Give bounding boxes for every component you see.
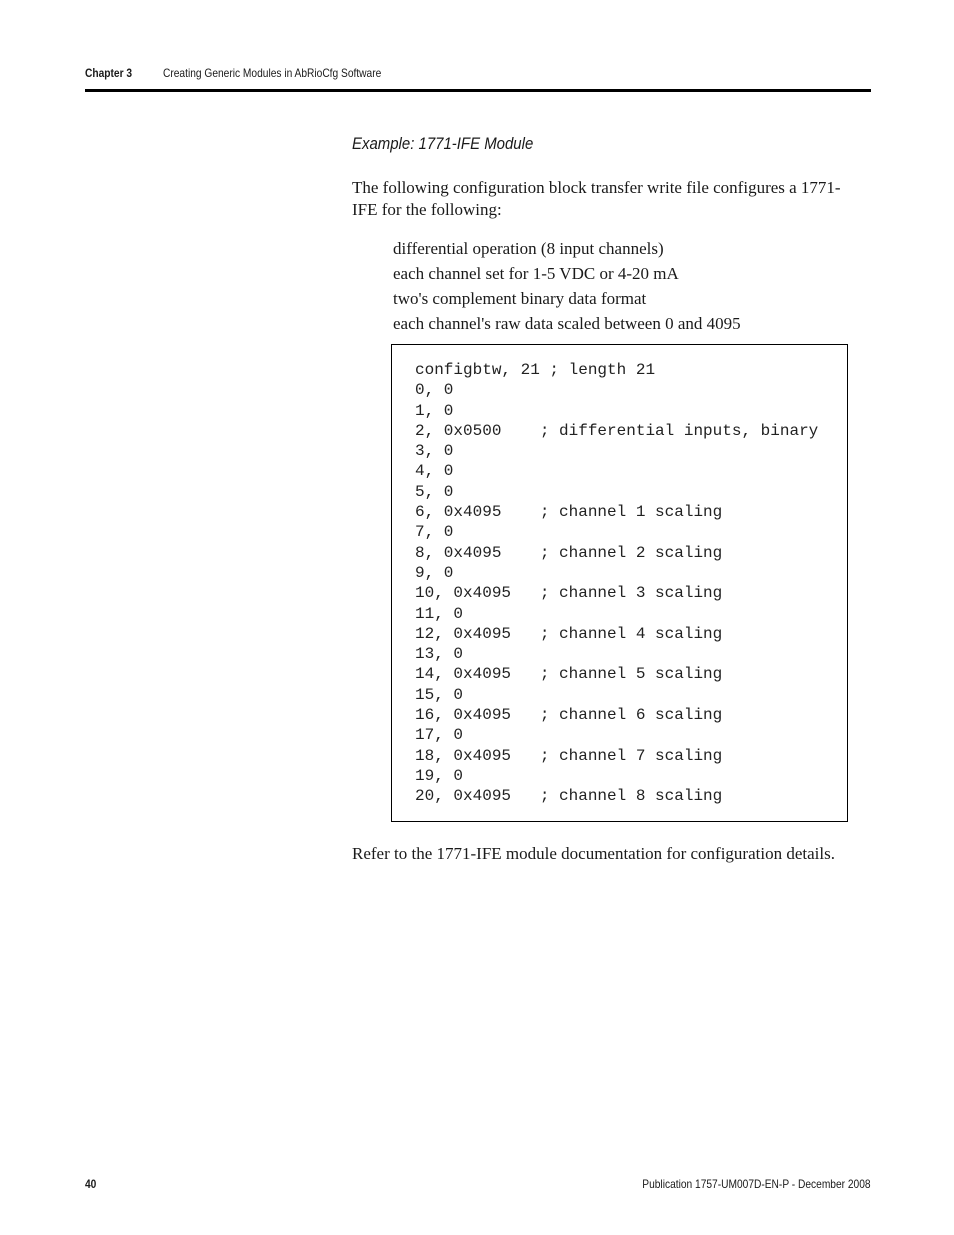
code-line: 18, 0x4095 ; channel 7 scaling: [415, 746, 723, 765]
code-line: 20, 0x4095 ; channel 8 scaling: [415, 787, 723, 806]
list-item: each channel set for 1-5 VDC or 4-20 mA: [393, 264, 679, 283]
example-heading: Example: 1771-IFE Module: [352, 134, 534, 153]
code-line: 11, 0: [415, 604, 464, 623]
code-line: 12, 0x4095 ; channel 4 scaling: [415, 624, 723, 643]
page-number: 40: [85, 1177, 97, 1191]
publication-info: Publication 1757-UM007D-EN-P - December …: [642, 1177, 871, 1191]
list-item: differential operation (8 input channels…: [393, 239, 664, 258]
code-line: 13, 0: [415, 645, 464, 664]
code-line: 10, 0x4095 ; channel 3 scaling: [415, 584, 723, 603]
code-line: 5, 0: [415, 482, 454, 501]
code-line: 14, 0x4095 ; channel 5 scaling: [415, 665, 723, 684]
code-block: configbtw, 21 ; length 21 0, 0 1, 0 2, 0x05…: [391, 344, 848, 822]
chapter-label: Chapter 3: [85, 66, 133, 80]
header-rule: [85, 89, 871, 92]
code-line: 6, 0x4095 ; channel 1 scaling: [415, 503, 723, 522]
refer-paragraph: Refer to the 1771-IFE module documentati…: [352, 844, 835, 863]
code-listing: configbtw, 21 ; length 21 0, 0 1, 0 2, 0x05…: [415, 360, 818, 807]
code-line: configbtw, 21 ; length 21: [415, 361, 656, 379]
code-line: 3, 0: [415, 442, 454, 461]
code-line: 15, 0: [415, 685, 464, 704]
feature-list: differential operation (8 input channels…: [393, 238, 741, 338]
code-line: 7, 0: [415, 523, 454, 542]
code-line: 9, 0: [415, 563, 454, 582]
code-line: 0, 0: [415, 381, 454, 400]
code-line: 1, 0: [415, 401, 454, 420]
code-line: 4, 0: [415, 462, 454, 481]
code-line: 19, 0: [415, 766, 464, 785]
code-line: 2, 0x0500 ; differential inputs, binary: [415, 421, 819, 440]
code-line: 17, 0: [415, 726, 464, 745]
intro-paragraph: The following configuration block transf…: [352, 178, 841, 219]
code-line: 8, 0x4095 ; channel 2 scaling: [415, 543, 723, 562]
chapter-title: Creating Generic Modules in AbRioCfg Sof…: [163, 66, 382, 80]
code-line: 16, 0x4095 ; channel 6 scaling: [415, 706, 723, 725]
list-item: two's complement binary data format: [393, 289, 647, 308]
list-item: each channel's raw data scaled between 0…: [393, 314, 741, 333]
